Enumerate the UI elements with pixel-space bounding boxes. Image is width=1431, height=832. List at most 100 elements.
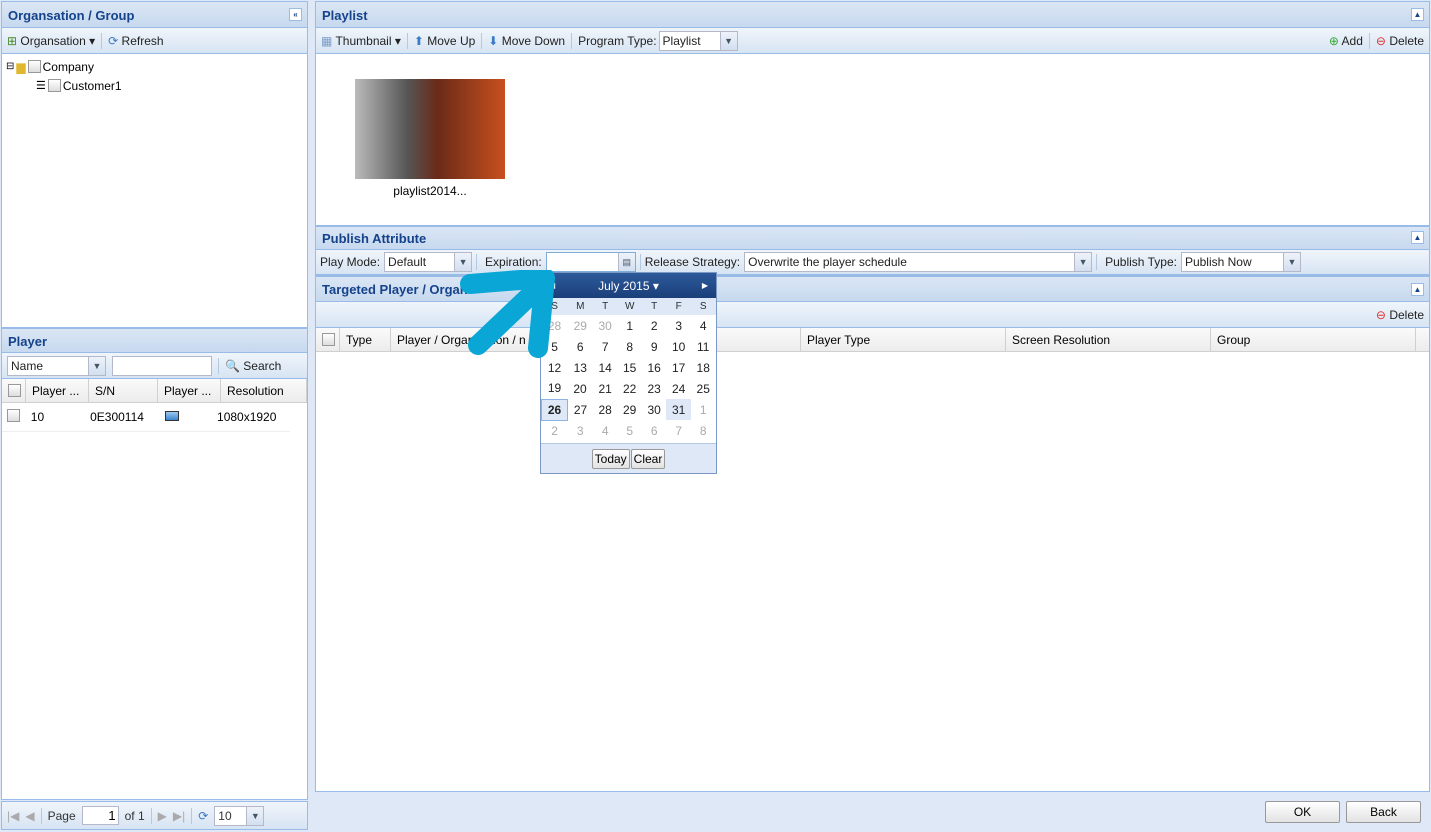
select-all-checkbox[interactable] <box>8 384 21 397</box>
add-icon: ⊕ <box>1328 33 1339 48</box>
program-type-select[interactable]: Playlist ▼ <box>658 30 738 51</box>
collapse-button[interactable]: ▲ <box>1411 8 1424 21</box>
collapse-node-icon[interactable]: ⊟ <box>6 61 14 72</box>
search-button[interactable]: 🔍 Search <box>225 359 281 373</box>
checkbox[interactable] <box>27 60 41 73</box>
calendar-day[interactable]: 10 <box>666 336 691 357</box>
column-header[interactable]: S/N <box>89 379 158 402</box>
calendar-day[interactable]: 8 <box>691 420 716 441</box>
calendar-day[interactable]: 30 <box>593 315 618 336</box>
thumbnail-view-button[interactable]: ▦ Thumbnail ▾ <box>321 34 401 48</box>
calendar-day[interactable]: 29 <box>617 399 642 420</box>
date-picker: ◀ July 2015 ▾ ▶ S M T W T F S 28 29 30 1 2 3 4 5 6 7 8 9 10 11… <box>540 272 717 474</box>
calendar-day[interactable]: 23 <box>642 378 667 399</box>
org-chart-icon: ⊞ <box>7 33 18 48</box>
tree-node-company[interactable]: ⊟ ▆ Company <box>6 57 303 76</box>
calendar-day[interactable]: 12 <box>542 357 568 378</box>
player-filter-select[interactable]: Name ▼ <box>7 355 106 376</box>
calendar-day[interactable]: 25 <box>691 378 716 399</box>
clear-button[interactable]: Clear <box>630 448 666 469</box>
add-button[interactable]: ⊕ Add <box>1329 34 1363 48</box>
tree-node-customer1[interactable]: ☰ Customer1 <box>6 76 303 95</box>
calendar-day[interactable]: 17 <box>666 357 691 378</box>
calendar-day[interactable]: 27 <box>568 399 593 420</box>
calendar-day[interactable]: 4 <box>593 420 618 441</box>
calendar-day[interactable]: 18 <box>691 357 716 378</box>
next-month-button[interactable]: ▶ <box>702 281 708 290</box>
next-page-icon[interactable]: ▶ <box>158 809 167 823</box>
calendar-day[interactable]: 9 <box>642 336 667 357</box>
calendar-day[interactable]: 7 <box>666 420 691 441</box>
column-header[interactable]: Player ... <box>26 379 89 402</box>
select-all-checkbox[interactable] <box>322 333 335 346</box>
weekday-label: T <box>592 298 618 315</box>
arrow-up-icon: ⬆ <box>413 33 424 48</box>
calendar-day[interactable]: 15 <box>617 357 642 378</box>
collapse-button[interactable]: ▲ <box>1411 231 1424 244</box>
column-header[interactable]: Resolution <box>221 379 307 402</box>
collapse-left-button[interactable]: « <box>289 8 302 21</box>
calendar-day[interactable]: 30 <box>642 399 667 420</box>
calendar-day[interactable]: 14 <box>593 357 618 378</box>
first-page-icon[interactable]: |◀ <box>7 809 19 823</box>
calendar-day[interactable]: 6 <box>642 420 667 441</box>
calendar-day[interactable]: 2 <box>642 315 667 336</box>
calendar-day[interactable]: 24 <box>666 378 691 399</box>
calendar-day[interactable]: 19 <box>542 378 568 399</box>
column-header[interactable]: Screen Resolution <box>1006 328 1211 351</box>
column-header[interactable]: Player ... <box>158 379 221 402</box>
column-header[interactable]: Player Type <box>801 328 1006 351</box>
expiration-date-field[interactable]: ▤ <box>545 252 636 272</box>
table-row[interactable]: 10 0E300114 1080x1920 <box>2 403 290 432</box>
ok-button[interactable]: OK <box>1265 801 1340 823</box>
calendar-day[interactable]: 8 <box>617 336 642 357</box>
calendar-day[interactable]: 2 <box>542 420 568 441</box>
calendar-day[interactable]: 4 <box>691 315 716 336</box>
calendar-day[interactable]: 31 <box>666 399 691 420</box>
calendar-day[interactable]: 7 <box>593 336 618 357</box>
calendar-day[interactable]: 11 <box>691 336 716 357</box>
playlist-item[interactable]: playlist2014... <box>355 79 505 198</box>
delete-target-button[interactable]: ⊖ Delete <box>1376 308 1424 322</box>
calendar-day[interactable]: 3 <box>568 420 593 441</box>
page-input[interactable] <box>81 806 119 825</box>
last-page-icon[interactable]: ▶| <box>173 809 185 823</box>
organisation-menu-button[interactable]: ⊞ Organsation ▾ <box>7 34 95 48</box>
publish-type-select[interactable]: Publish Now ▼ <box>1180 252 1301 272</box>
publish-attribute-panel: Publish Attribute ▲ Play Mode: Default ▼ E… <box>315 226 1430 276</box>
calendar-day[interactable]: 29 <box>568 315 593 336</box>
column-header[interactable]: Type <box>340 328 391 351</box>
move-up-button[interactable]: ⬆ Move Up <box>414 34 475 48</box>
calendar-day[interactable]: 16 <box>642 357 667 378</box>
refresh-icon[interactable]: ⟳ <box>198 809 208 823</box>
calendar-day[interactable]: 5 <box>617 420 642 441</box>
month-year-button[interactable]: July 2015 ▾ <box>598 279 659 293</box>
calendar-day[interactable]: 21 <box>593 378 618 399</box>
column-header[interactable]: Group <box>1211 328 1416 351</box>
checkbox[interactable] <box>47 79 61 92</box>
calendar-day[interactable]: 1 <box>691 399 716 420</box>
back-button[interactable]: Back <box>1346 801 1421 823</box>
calendar-day[interactable]: 28 <box>593 399 618 420</box>
refresh-button[interactable]: ⟳ Refresh <box>108 34 163 48</box>
page-size-select[interactable]: 10 ▼ <box>214 805 265 826</box>
calendar-day[interactable]: 13 <box>568 357 593 378</box>
calendar-day[interactable]: 6 <box>568 336 593 357</box>
play-mode-select[interactable]: Default ▼ <box>384 252 473 272</box>
player-search-input[interactable] <box>112 355 212 376</box>
delete-button[interactable]: ⊖ Delete <box>1376 34 1424 48</box>
today-button[interactable]: Today <box>591 448 630 469</box>
calendar-day[interactable]: 26 <box>540 398 569 421</box>
calendar-day[interactable]: 22 <box>617 378 642 399</box>
collapse-button[interactable]: ▲ <box>1411 283 1424 296</box>
panel-title: Publish Attribute <box>322 231 427 246</box>
release-strategy-select[interactable]: Overwrite the player schedule ▼ <box>744 252 1093 272</box>
calendar-day[interactable]: 3 <box>666 315 691 336</box>
arrow-down-icon: ⬇ <box>488 33 499 48</box>
calendar-day[interactable]: 1 <box>617 315 642 336</box>
prev-page-icon[interactable]: ◀ <box>25 809 34 823</box>
calendar-icon[interactable]: ▤ <box>617 253 635 271</box>
calendar-day[interactable]: 20 <box>568 378 593 399</box>
row-checkbox[interactable] <box>7 409 20 422</box>
move-down-button[interactable]: ⬇ Move Down <box>488 34 565 48</box>
